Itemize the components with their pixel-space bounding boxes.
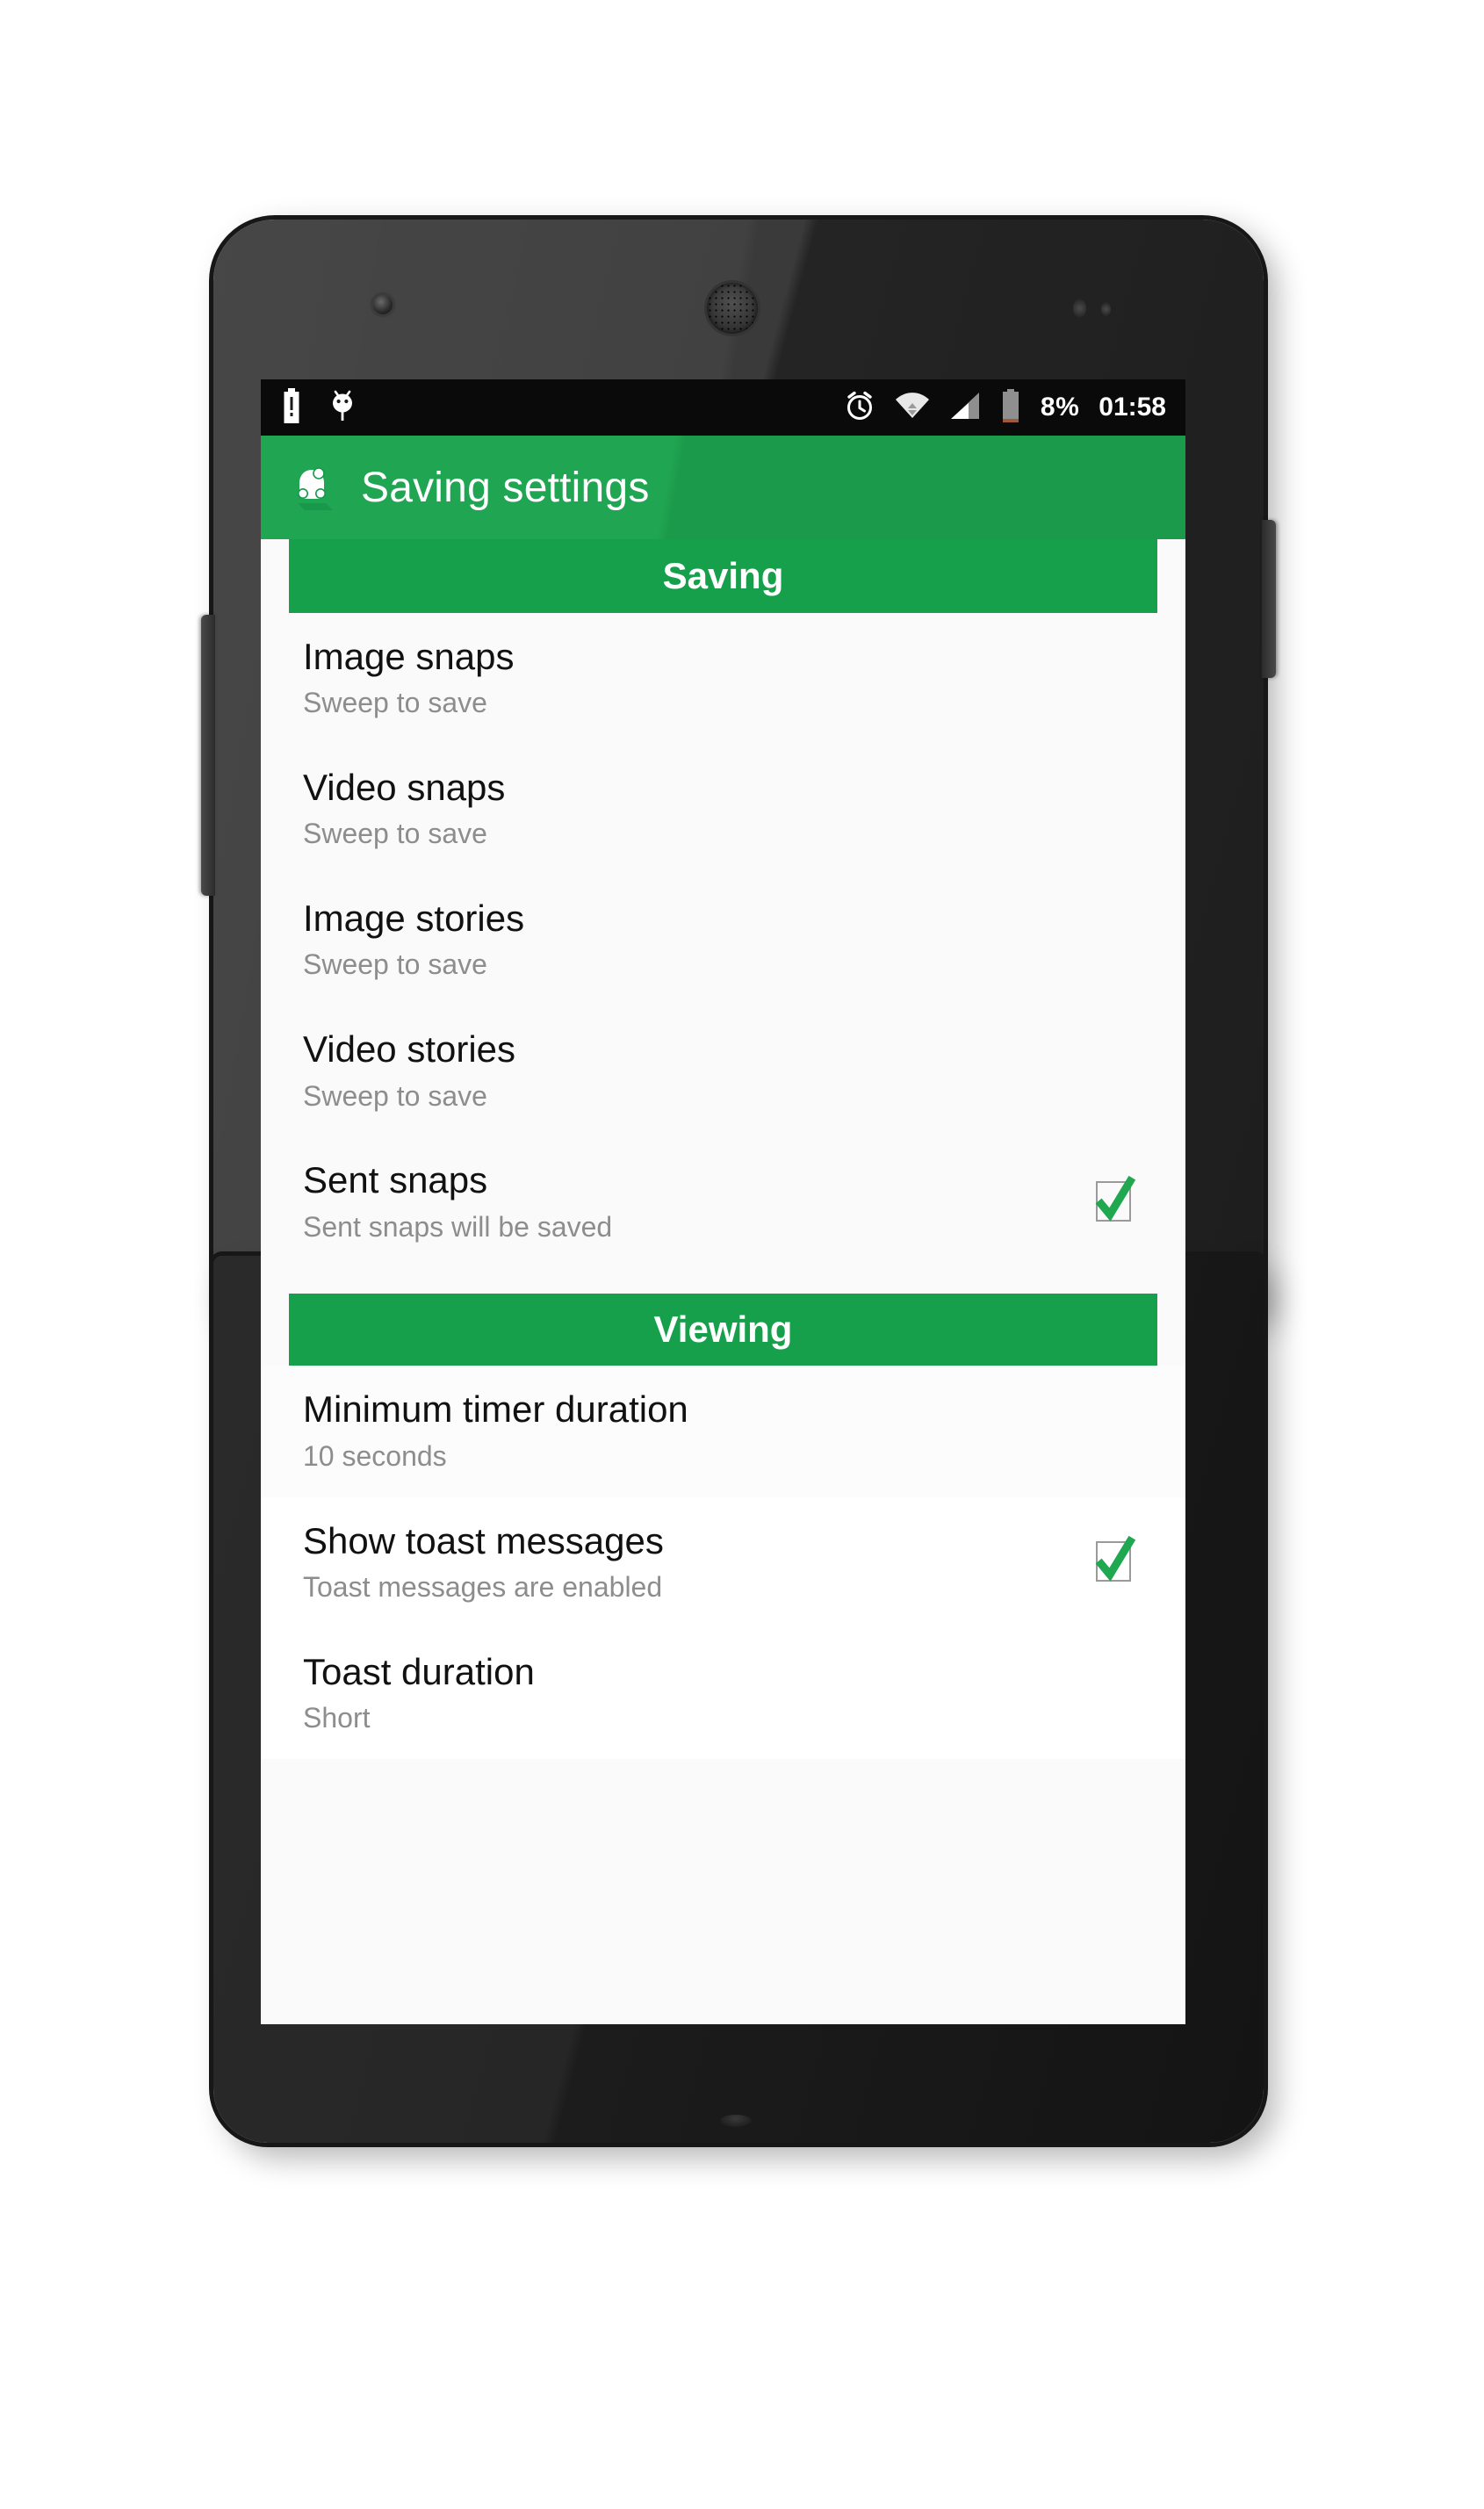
section-header-saving: Saving [289,539,1157,613]
list-item[interactable]: Video stories Sweep to save [261,1006,1185,1136]
row-texts: Show toast messages Toast messages are e… [303,1520,1073,1604]
list-item[interactable]: Toast duration Short [261,1627,1185,1759]
list-item-title: Image snaps [303,636,515,677]
checkmark-icon [1095,1175,1136,1222]
proximity-sensor-icon [1073,299,1086,318]
row-texts: Image snaps Sweep to save [303,636,1150,719]
list-item-summary: Sweep to save [303,818,487,850]
show-toast-messages-checkbox[interactable] [1094,1535,1136,1585]
list-item[interactable]: Show toast messages Toast messages are e… [261,1496,1185,1628]
list-item-title: Video snaps [303,767,506,809]
row-texts: Toast duration Short [303,1651,1150,1734]
list-item[interactable]: Video snaps Sweep to save [261,744,1185,875]
screenshot-canvas: 8% 01:58 Saving settings Saving Image sn… [0,0,1484,2509]
app-ghost-icon [289,465,335,510]
earpiece-speaker-icon [707,283,758,334]
android-bug-icon [328,388,357,428]
checkmark-icon [1095,1535,1136,1582]
list-item[interactable]: Image stories Sweep to save [261,875,1185,1006]
status-bar-right-icons: 8% 01:58 [844,388,1166,427]
list-item-summary: Sweep to save [303,687,487,719]
sent-snaps-checkbox[interactable] [1094,1175,1136,1225]
list-item[interactable]: Minimum timer duration 10 seconds [261,1366,1185,1497]
status-bar-clock: 01:58 [1099,393,1166,422]
list-item-summary: Toast messages are enabled [303,1570,663,1603]
list-item-summary: Sweep to save [303,1079,487,1112]
power-button[interactable] [1262,520,1276,678]
battery-alert-icon [280,387,303,428]
row-texts: Sent snaps Sent snaps will be saved [303,1159,1073,1243]
settings-list[interactable]: Saving Image snaps Sweep to save Video s… [261,539,1185,1759]
signal-icon [949,392,981,424]
list-item-summary: Sent snaps will be saved [303,1210,613,1243]
list-item-summary: Short [303,1701,371,1734]
list-item-summary: 10 seconds [303,1439,447,1472]
list-item-title: Toast duration [303,1650,535,1692]
list-item-title: Show toast messages [303,1519,664,1561]
list-item[interactable]: Image snaps Sweep to save [261,613,1185,744]
list-item-title: Minimum timer duration [303,1388,688,1431]
wifi-icon [895,392,930,424]
battery-percent-label: 8% [1040,393,1080,422]
alarm-icon [844,390,875,426]
bottom-microphone-icon [720,2115,752,2127]
light-sensor-icon [1101,302,1111,316]
action-bar: Saving settings [261,436,1185,539]
list-item-title: Sent snaps [303,1159,488,1201]
page-title: Saving settings [361,464,650,511]
list-item-title: Image stories [303,898,525,940]
status-bar-left-icons [280,387,357,428]
battery-icon [1000,388,1021,427]
row-texts: Minimum timer duration 10 seconds [303,1388,1150,1472]
row-texts: Video stories Sweep to save [303,1028,1150,1112]
row-texts: Video snaps Sweep to save [303,767,1150,850]
list-item-summary: Sweep to save [303,948,487,981]
row-texts: Image stories Sweep to save [303,898,1150,981]
phone-screen: 8% 01:58 Saving settings Saving Image sn… [261,379,1185,2024]
front-camera-icon [373,295,393,314]
section-header-viewing: Viewing [289,1294,1157,1366]
status-bar: 8% 01:58 [261,379,1185,436]
volume-button[interactable] [201,615,215,896]
list-item[interactable]: Sent snaps Sent snaps will be saved [261,1136,1185,1267]
list-item-title: Video stories [303,1028,516,1071]
